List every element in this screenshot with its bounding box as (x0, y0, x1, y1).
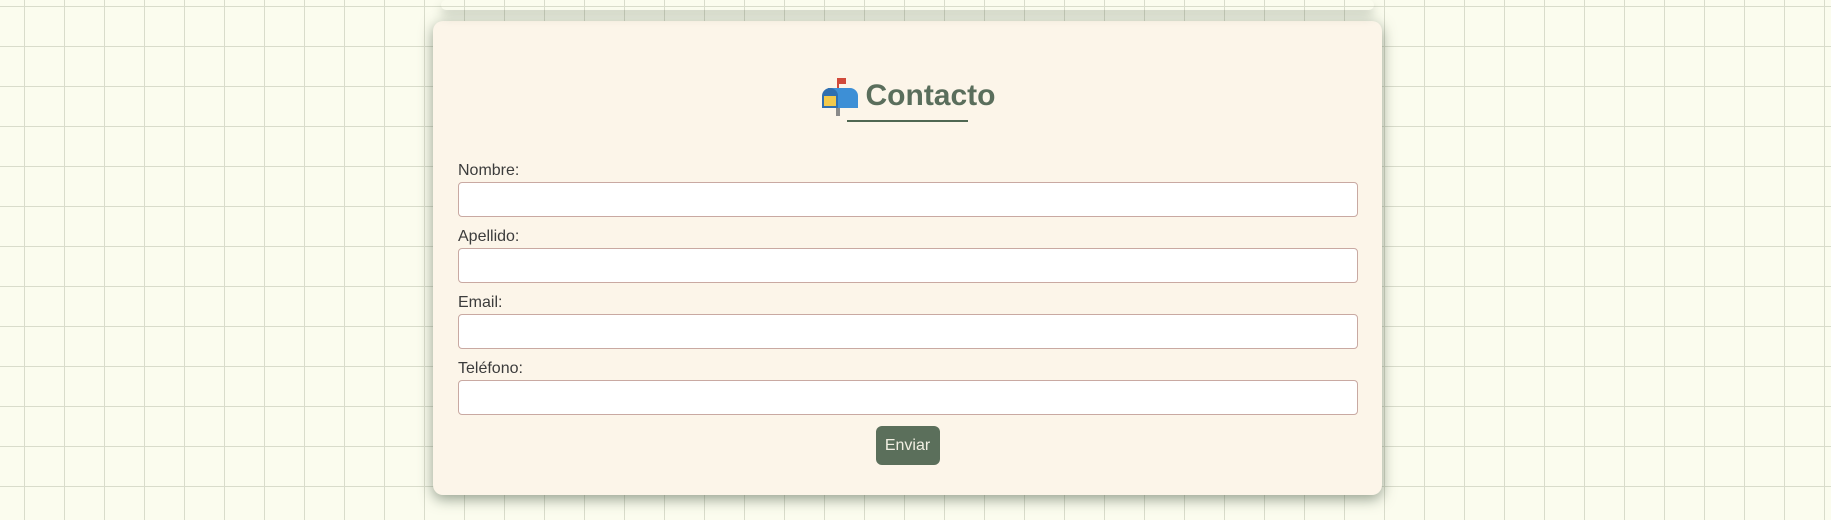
title-underline (847, 120, 968, 122)
mailbox-icon (821, 78, 858, 116)
title-container: Contacto (433, 74, 1382, 121)
contact-form: Nombre: Apellido: Email: Teléfono: (458, 162, 1358, 426)
telefono-input[interactable] (458, 380, 1358, 415)
label-nombre: Nombre: (458, 162, 520, 179)
submit-row: Enviar (433, 426, 1382, 465)
label-email: Email: (458, 294, 503, 311)
field-apellido: Apellido: (458, 228, 1358, 294)
nombre-input[interactable] (458, 182, 1358, 217)
field-telefono: Teléfono: (458, 360, 1358, 426)
label-apellido: Apellido: (458, 228, 520, 245)
apellido-input[interactable] (458, 248, 1358, 283)
email-input[interactable] (458, 314, 1358, 349)
field-email: Email: (458, 294, 1358, 360)
title-text: Contacto (865, 79, 996, 112)
submit-button[interactable]: Enviar (875, 426, 940, 465)
field-nombre: Nombre: (458, 162, 1358, 228)
label-telefono: Teléfono: (458, 360, 523, 377)
contact-card: Contacto Nombre: Apellido: Email: Teléfo… (433, 21, 1382, 495)
page-title: Contacto (820, 74, 996, 118)
